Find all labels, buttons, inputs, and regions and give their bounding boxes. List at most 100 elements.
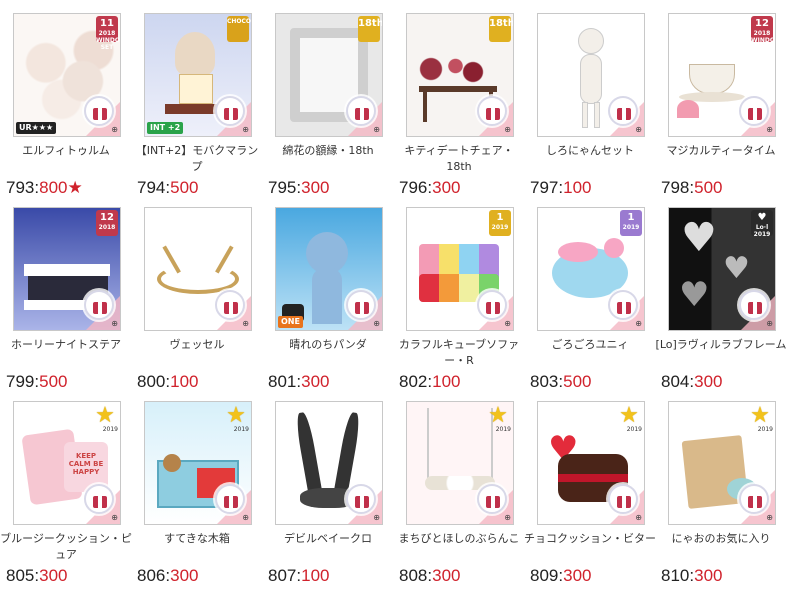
gift-icon[interactable] — [84, 290, 114, 320]
item-card[interactable]: ONE ⊕ 晴れのちパンダ 801:300 — [262, 194, 394, 394]
gift-icon[interactable] — [346, 290, 376, 320]
zoom-icon[interactable]: ⊕ — [366, 125, 380, 134]
item-name[interactable]: しろにゃんセット — [524, 143, 656, 159]
gift-icon[interactable] — [739, 290, 769, 320]
gift-icon[interactable] — [608, 484, 638, 514]
item-card[interactable]: ♥ ♥ ♥ ♥ Lo·l 2019 ⊕ [Lo]ラヴィルラブフレーム 804:300 — [655, 194, 787, 394]
item-card[interactable]: 1 2019 ⊕ カラフルキューブソファー・R 802:100 — [393, 194, 525, 394]
item-thumbnail[interactable]: ⊕ — [144, 207, 252, 331]
gift-icon[interactable] — [346, 484, 376, 514]
item-thumbnail[interactable]: 1 2019 ⊕ — [537, 207, 645, 331]
item-card[interactable]: 18th ⊕ 綿花の額縁・18th 795:300 — [262, 0, 394, 200]
item-card[interactable]: ♥ ★ 2019 ⊕ チョコクッション・ビター 809:300 — [524, 388, 656, 588]
item-card[interactable]: ⊕ しろにゃんセット 797:100 — [524, 0, 656, 200]
item-name[interactable]: 綿花の額縁・18th — [262, 143, 394, 159]
item-name[interactable]: すてきな木箱 — [131, 531, 263, 547]
zoom-icon[interactable]: ⊕ — [628, 513, 642, 522]
item-card[interactable]: ⊕ ヴェッセル 800:100 — [131, 194, 263, 394]
item-name[interactable]: ごろごろユニィ — [524, 337, 656, 353]
item-name[interactable]: デビルベイークロ — [262, 531, 394, 547]
zoom-icon[interactable]: ⊕ — [104, 125, 118, 134]
gift-icon[interactable] — [608, 290, 638, 320]
gift-icon[interactable] — [739, 484, 769, 514]
gift-icon[interactable] — [215, 290, 245, 320]
item-card[interactable]: 122018 WINDOW⊕マジカルティータイム798:500 — [655, 0, 787, 200]
gift-icon[interactable] — [608, 96, 638, 126]
item-card[interactable]: 112018 WINDOW SETUR★★★⊕エルフィトゥルム793:800★ — [0, 0, 132, 200]
gift-icon[interactable] — [477, 484, 507, 514]
gift-icon[interactable] — [477, 96, 507, 126]
item-thumbnail[interactable]: 18th ⊕ — [406, 13, 514, 137]
zoom-icon[interactable]: ⊕ — [628, 125, 642, 134]
item-card[interactable]: CHOCO INT +2 ⊕ 【INT+2】モバクマランプ 794:500 — [131, 0, 263, 200]
zoom-icon[interactable]: ⊕ — [759, 319, 773, 328]
zoom-icon[interactable]: ⊕ — [366, 513, 380, 522]
item-thumbnail[interactable]: ONE ⊕ — [275, 207, 383, 331]
gift-icon[interactable] — [477, 290, 507, 320]
item-thumbnail[interactable]: 12 2018 ⊕ — [13, 207, 121, 331]
zoom-icon[interactable]: ⊕ — [628, 319, 642, 328]
item-thumbnail[interactable]: 122018 WINDOW ⊕ — [668, 13, 776, 137]
item-tag: ONE — [278, 316, 303, 328]
badge-number: 1 — [627, 212, 635, 223]
item-thumbnail[interactable]: 1 2019 ⊕ — [406, 207, 514, 331]
item-thumbnail[interactable]: CHOCO INT +2 ⊕ — [144, 13, 252, 137]
item-name[interactable]: まちびとほしのぶらんこ — [393, 531, 525, 547]
item-name[interactable]: [Lo]ラヴィルラブフレーム — [655, 337, 787, 353]
item-name[interactable]: ホーリーナイトステア — [0, 337, 132, 353]
item-thumbnail[interactable]: ⊕ — [275, 401, 383, 525]
item-name[interactable]: チョコクッション・ビター — [524, 531, 656, 547]
gift-icon[interactable] — [346, 96, 376, 126]
badge-label: Lo·l 2019 — [753, 224, 771, 238]
item-card[interactable]: ★ 2019 ⊕ にゃおのお気に入り 810:300 — [655, 388, 787, 588]
zoom-icon[interactable]: ⊕ — [366, 319, 380, 328]
gift-icon[interactable] — [739, 96, 769, 126]
zoom-icon[interactable]: ⊕ — [497, 513, 511, 522]
zoom-icon[interactable]: ⊕ — [235, 125, 249, 134]
gift-icon[interactable] — [84, 484, 114, 514]
item-card[interactable]: 12 2018 ⊕ ホーリーナイトステア 799:500 — [0, 194, 132, 394]
item-name[interactable]: 【INT+2】モバクマランプ — [131, 143, 263, 175]
item-name[interactable]: カラフルキューブソファー・R — [393, 337, 525, 369]
item-name[interactable]: マジカルティータイム — [655, 143, 787, 159]
item-card[interactable]: ★ 2019 ⊕ すてきな木箱 806:300 — [131, 388, 263, 588]
item-card[interactable]: ⊕ デビルベイークロ 807:100 — [262, 388, 394, 588]
gift-icon[interactable] — [215, 484, 245, 514]
zoom-icon[interactable]: ⊕ — [104, 319, 118, 328]
item-thumbnail[interactable]: ♥ ★ 2019 ⊕ — [537, 401, 645, 525]
item-thumbnail[interactable]: ★ 2019 ⊕ — [668, 401, 776, 525]
item-name[interactable]: ブルージークッション・ピュア — [0, 531, 132, 563]
item-thumbnail[interactable]: ★ 2019 ⊕ — [406, 401, 514, 525]
badge-number: 1 — [496, 212, 504, 223]
zoom-icon[interactable]: ⊕ — [235, 513, 249, 522]
item-thumbnail[interactable]: 112018 WINDOW SET UR★★★ ⊕ — [13, 13, 121, 137]
zoom-icon[interactable]: ⊕ — [497, 319, 511, 328]
item-card[interactable]: 18th ⊕ キティデートチェア・18th 796:300 — [393, 0, 525, 200]
gift-icon[interactable] — [84, 96, 114, 126]
item-thumbnail[interactable]: ★ 2019 ⊕ — [144, 401, 252, 525]
item-name[interactable]: エルフィトゥルム — [0, 143, 132, 159]
item-name[interactable]: キティデートチェア・18th — [393, 143, 525, 175]
gift-icon[interactable] — [215, 96, 245, 126]
star-badge-icon: ★ — [750, 403, 770, 428]
item-name[interactable]: にゃおのお気に入り — [655, 531, 787, 547]
item-name[interactable]: ヴェッセル — [131, 337, 263, 353]
item-thumbnail[interactable]: ♥ ♥ ♥ ♥ Lo·l 2019 ⊕ — [668, 207, 776, 331]
zoom-icon[interactable]: ⊕ — [759, 513, 773, 522]
badge-year: 2019 — [495, 426, 511, 433]
item-thumbnail[interactable]: 18th ⊕ — [275, 13, 383, 137]
zoom-icon[interactable]: ⊕ — [759, 125, 773, 134]
item-tag: UR★★★ — [16, 122, 57, 134]
item-card[interactable]: 1 2019 ⊕ ごろごろユニィ 803:500 — [524, 194, 656, 394]
item-card[interactable]: ★ 2019 ⊕ まちびとほしのぶらんこ 808:300 — [393, 388, 525, 588]
zoom-icon[interactable]: ⊕ — [497, 125, 511, 134]
zoom-icon[interactable]: ⊕ — [235, 319, 249, 328]
badge-year: 2019 — [757, 426, 773, 433]
item-thumbnail[interactable]: ⊕ — [537, 13, 645, 137]
item-card[interactable]: KEEP CALM BE HAPPY ★ 2019 ⊕ ブルージークッション・ピュア 80… — [0, 388, 132, 588]
badge-year: 2019 — [626, 426, 642, 433]
zoom-icon[interactable]: ⊕ — [104, 513, 118, 522]
price-value: 300 — [694, 566, 723, 585]
item-thumbnail[interactable]: KEEP CALM BE HAPPY ★ 2019 ⊕ — [13, 401, 121, 525]
item-name[interactable]: 晴れのちパンダ — [262, 337, 394, 353]
